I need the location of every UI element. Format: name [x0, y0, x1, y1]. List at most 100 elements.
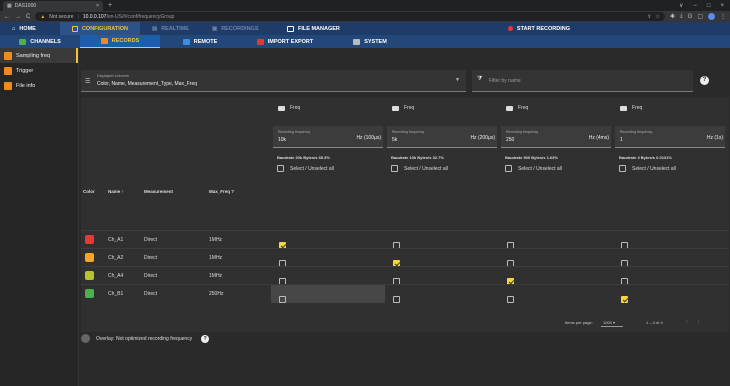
warning-icon: ▲ — [40, 13, 46, 20]
extension-icon[interactable]: ✱ — [670, 13, 675, 20]
help-icon[interactable]: ? — [700, 76, 709, 85]
nav-home[interactable]: ⌂ HOME — [0, 22, 60, 35]
download-icon[interactable]: ⤓ — [680, 13, 683, 20]
nav-recordings: ▣ RECORDINGS — [212, 25, 259, 32]
select-all-checkbox[interactable]: Select / Unselect all — [619, 165, 676, 172]
baudrate-label: Baudrate 4 Bytes/s 0.0131% — [619, 155, 672, 160]
overlay-toggle[interactable] — [81, 334, 90, 343]
forward-icon[interactable]: → — [15, 14, 21, 20]
sidebar-item-sampling-freq[interactable]: Sampling freq — [0, 48, 78, 63]
items-per-page-select[interactable]: 1000 ▾ — [601, 317, 623, 327]
channel-checkbox[interactable] — [279, 296, 286, 303]
tab-import-export[interactable]: IMPORT EXPORT — [240, 35, 330, 48]
settings-icon — [72, 25, 78, 32]
share-icon[interactable]: ⇪ — [647, 14, 651, 20]
browser-tab[interactable]: ▦ DAS1000 × — [3, 1, 103, 11]
channel-checkbox[interactable] — [621, 296, 628, 303]
favicon-icon: ▦ — [7, 3, 12, 9]
sidepanel-icon[interactable]: ▢ — [697, 13, 703, 20]
freq-group-column: Freq Recording frequency 1 Hz (1s) Baudr… — [613, 98, 725, 208]
sidebar-item-file-info[interactable]: File info — [0, 78, 78, 93]
tab-channels[interactable]: CHANNELS — [0, 35, 80, 48]
baudrate-label: Baudrate 10k Bytes/s 32.7% — [391, 155, 444, 160]
color-swatch[interactable] — [85, 235, 94, 244]
color-swatch[interactable] — [85, 289, 94, 298]
records-icon — [100, 38, 108, 44]
recording-frequency-field[interactable]: Recording frequency 1 Hz (1s) — [615, 126, 725, 148]
back-icon[interactable]: ← — [4, 14, 10, 20]
maximize-button[interactable]: □ — [707, 1, 711, 11]
page-range-label: 1 – 4 of 4 — [646, 320, 663, 325]
header-name[interactable]: Name ↑ — [108, 189, 124, 194]
header-max-freq[interactable]: Max_Freq ? — [209, 189, 234, 194]
trigger-icon — [4, 66, 12, 75]
dropdown-arrow-icon: ▾ — [613, 320, 616, 325]
channel-checkbox[interactable] — [507, 296, 514, 303]
home-icon: ⌂ — [12, 25, 16, 32]
sidebar-item-trigger[interactable]: Trigger — [0, 63, 78, 78]
star-icon[interactable]: ☆ — [655, 14, 659, 20]
menu-icon[interactable]: ⋮ — [720, 13, 726, 20]
header-measurement[interactable]: Measurement — [144, 189, 173, 194]
select-all-checkbox[interactable]: Select / Unselect all — [277, 165, 334, 172]
recording-frequency-field[interactable]: Recording frequency 250 Hz (4ms) — [501, 126, 611, 148]
freq-group-column: Freq Recording frequency 250 Hz (4ms) Ba… — [499, 98, 611, 208]
tab-search-icon[interactable]: ∨ — [679, 1, 683, 11]
url-path: /en-US/#/conf/frequencyGroup — [106, 13, 175, 20]
list-icon: ☰ — [85, 79, 91, 85]
dropdown-arrow-icon: ▼ — [455, 77, 460, 83]
nav-configuration[interactable]: CONFIGURATION — [60, 22, 140, 35]
import-export-icon — [256, 38, 264, 45]
freq-group-title: Freq — [278, 105, 300, 111]
items-per-page-label: Items per page: — [565, 320, 593, 325]
not-secure-label: Not secure — [49, 13, 74, 20]
tab-remote[interactable]: REMOTE — [160, 35, 240, 48]
start-recording-button[interactable]: START RECORDING — [507, 26, 570, 32]
help-icon[interactable]: ? — [231, 189, 234, 194]
displayed-columns-select[interactable]: ☰ Displayed columns Color, Name, Measure… — [81, 70, 466, 92]
sidebar: Sampling freq Trigger File info — [0, 48, 79, 386]
window-controls: ∨ − □ × — [679, 1, 730, 11]
select-all-checkbox[interactable]: Select / Unselect all — [391, 165, 448, 172]
reload-icon[interactable]: C — [26, 14, 30, 20]
row-highlight — [271, 285, 385, 303]
color-swatch[interactable] — [85, 271, 94, 280]
channel-checkbox[interactable] — [393, 296, 400, 303]
sampling-freq-icon — [4, 51, 12, 60]
nav-file-manager[interactable]: FILE MANAGER — [275, 22, 355, 35]
select-all-checkbox[interactable]: Select / Unselect all — [505, 165, 562, 172]
filter-input[interactable]: ⧩ Filter by name — [472, 70, 693, 92]
minimize-button[interactable]: − — [693, 1, 697, 11]
overlay-toggle-row: Overlay: Not optimized recording frequen… — [81, 334, 210, 343]
tab-records[interactable]: RECORDS — [80, 35, 160, 48]
prev-page-button[interactable]: ‹ — [686, 319, 698, 325]
table-row: Ch_A4 Direct 1MHz — [81, 266, 729, 285]
chart-icon: ▤ — [152, 25, 158, 32]
browser-toolbar: ← → C ▲ Not secure | 10.0.0.107/en-US/#/… — [0, 11, 730, 22]
new-tab-button[interactable]: + — [108, 1, 112, 11]
main-nav: ⌂ HOME CONFIGURATION ▤ REALTIME ▣ RECORD… — [0, 22, 730, 35]
table-row: Ch_A1 Direct 1MHz — [81, 230, 729, 249]
freq-icon — [620, 105, 627, 111]
browser-tabstrip: ▦ DAS1000 × + ∨ − □ × — [0, 0, 730, 11]
recordings-icon: ▣ — [212, 25, 218, 32]
filter-placeholder: Filter by name — [489, 78, 521, 84]
next-page-button[interactable]: › — [698, 319, 710, 325]
overlay-label: Overlay: Not optimized recording frequen… — [96, 335, 193, 342]
file-info-icon — [4, 81, 12, 90]
help-icon[interactable]: ? — [201, 334, 210, 343]
recording-frequency-field[interactable]: Recording frequency 5k Hz (200µs) — [387, 126, 497, 148]
displayed-columns-label: Displayed columns — [97, 74, 129, 78]
record-icon — [507, 26, 513, 31]
tab-system[interactable]: SYSTEM — [330, 35, 410, 48]
table-row: Ch_B1 Direct 250Hz — [81, 284, 729, 303]
color-swatch[interactable] — [85, 253, 94, 262]
profile-icon[interactable] — [708, 13, 715, 20]
tab-close-icon[interactable]: × — [96, 3, 99, 9]
close-window-button[interactable]: × — [720, 1, 724, 11]
freq-icon — [506, 105, 513, 111]
recording-frequency-field[interactable]: Recording frequency 10k Hz (100µs) — [273, 126, 383, 148]
address-bar[interactable]: ▲ Not secure | 10.0.0.107/en-US/#/conf/f… — [35, 12, 665, 21]
filter-bar: ☰ Displayed columns Color, Name, Measure… — [79, 70, 730, 94]
google-icon[interactable]: G — [688, 14, 693, 20]
